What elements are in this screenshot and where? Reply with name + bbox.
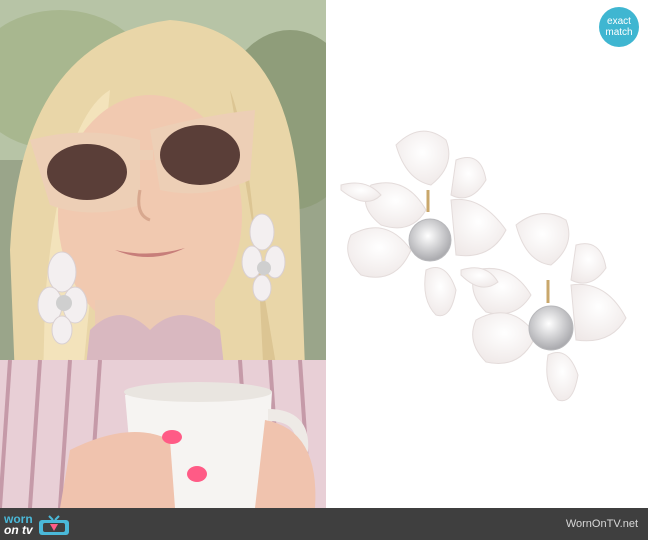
wornontv-logo[interactable]: worn on tv — [4, 513, 71, 537]
badge-line1: exact — [607, 16, 631, 27]
exact-match-badge: exact match — [599, 7, 639, 47]
site-url[interactable]: WornOnTV.net — [566, 518, 638, 530]
product-collage: exact match worn on tv WornOnTV.net — [0, 0, 648, 540]
scene-photo — [0, 0, 326, 508]
footer-bar: worn on tv WornOnTV.net — [0, 508, 648, 540]
tv-icon — [38, 515, 69, 535]
logo-text: worn on tv — [4, 513, 33, 537]
product-photo: exact match — [326, 0, 648, 508]
logo-on-tv: on tv — [4, 523, 33, 537]
badge-line2: match — [605, 27, 633, 38]
